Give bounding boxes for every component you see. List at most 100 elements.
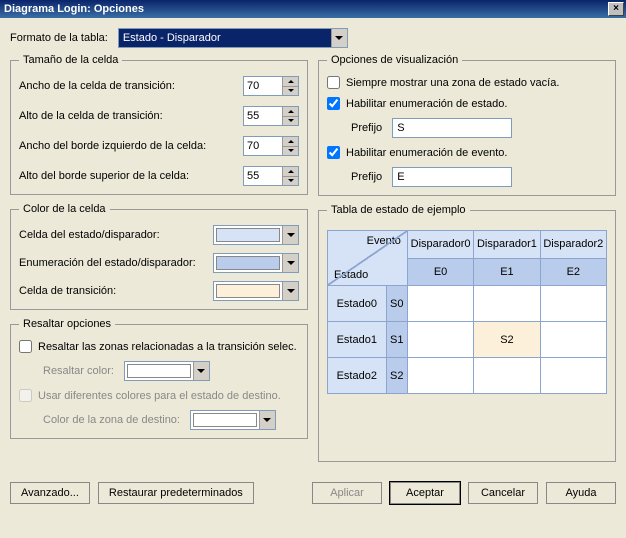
down-icon[interactable] [283,147,298,156]
event-prefix-label: Prefijo [351,171,382,183]
cell-color-legend: Color de la celda [19,203,110,215]
chevron-down-icon[interactable] [282,254,298,272]
cell-size-legend: Tamaño de la celda [19,54,122,66]
row-num: S2 [386,358,407,394]
dest-color-label: Color de la zona de destino: [43,414,180,426]
dest-color-picker [190,410,276,430]
cell-color-group: Color de la celda Celda del estado/dispa… [10,203,308,310]
table-format-label: Formato de la tabla: [10,32,108,44]
ok-button[interactable]: Aceptar [390,482,460,504]
table-format-value: Estado - Disparador [119,29,331,47]
cell [540,322,606,358]
left-border-stepper[interactable] [243,136,299,156]
top-border-input[interactable] [244,167,282,185]
up-icon[interactable] [283,107,298,117]
enable-event-enum-checkbox[interactable]: Habilitar enumeración de evento. [327,146,507,159]
event-prefix-input[interactable] [392,167,512,187]
col-header: Disparador0 [407,231,473,259]
apply-button[interactable]: Aplicar [312,482,382,504]
row-num: S0 [386,286,407,322]
cell [474,358,540,394]
color-state-trigger-label: Celda del estado/disparador: [19,229,213,241]
table-format-select[interactable]: Estado - Disparador [118,28,348,48]
enable-event-enum-label: Habilitar enumeración de evento. [346,147,507,159]
advanced-button[interactable]: Avanzado... [10,482,90,504]
cancel-button[interactable]: Cancelar [468,482,538,504]
top-border-label: Alto del borde superior de la celda: [19,170,243,182]
highlight-color-picker [124,361,210,381]
color-transition-picker[interactable] [213,281,299,301]
row-header: Estado1 [328,322,387,358]
view-options-legend: Opciones de visualización [327,54,462,66]
cell [407,322,473,358]
restore-defaults-button[interactable]: Restaurar predeterminados [98,482,254,504]
row-num: S1 [386,322,407,358]
col-num: E1 [474,258,540,286]
highlight-color-label: Resaltar color: [43,365,114,377]
diag-header: Evento Estado [328,231,408,286]
color-transition-label: Celda de transición: [19,285,213,297]
checkbox [19,389,32,402]
cell-size-group: Tamaño de la celda Ancho de la celda de … [10,54,308,195]
trans-height-label: Alto de la celda de transición: [19,110,243,122]
left-border-label: Ancho del borde izquierdo de la celda: [19,140,243,152]
left-border-input[interactable] [244,137,282,155]
cell [407,286,473,322]
chevron-down-icon[interactable] [282,226,298,244]
top-border-stepper[interactable] [243,166,299,186]
row-header: Estado0 [328,286,387,322]
checkbox[interactable] [327,76,340,89]
enable-state-enum-label: Habilitar enumeración de estado. [346,98,507,110]
down-icon[interactable] [283,117,298,126]
up-icon[interactable] [283,137,298,147]
up-icon[interactable] [283,77,298,87]
highlight-group: Resaltar opciones Resaltar las zonas rel… [10,318,308,439]
swatch [127,364,191,378]
always-empty-checkbox[interactable]: Siempre mostrar una zona de estado vacía… [327,76,559,89]
trans-height-input[interactable] [244,107,282,125]
chevron-down-icon[interactable] [282,282,298,300]
cell [540,286,606,322]
trans-width-input[interactable] [244,77,282,95]
trans-width-label: Ancho de la celda de transición: [19,80,243,92]
highlighted-cell: S2 [474,322,540,358]
highlight-related-checkbox[interactable]: Resaltar las zonas relacionadas a la tra… [19,340,297,353]
row-header: Estado2 [328,358,387,394]
chevron-down-icon[interactable] [331,29,347,47]
color-enum-picker[interactable] [213,253,299,273]
sample-table-legend: Tabla de estado de ejemplo [327,204,470,216]
swatch [216,228,280,242]
chevron-down-icon [193,362,209,380]
state-prefix-input[interactable] [392,118,512,138]
color-state-trigger-picker[interactable] [213,225,299,245]
down-icon[interactable] [283,87,298,96]
swatch [216,256,280,270]
highlight-legend: Resaltar opciones [19,318,115,330]
highlight-related-label: Resaltar las zonas relacionadas a la tra… [38,341,297,353]
col-num: E2 [540,258,606,286]
checkbox[interactable] [327,97,340,110]
col-num: E0 [407,258,473,286]
help-button[interactable]: Ayuda [546,482,616,504]
close-icon[interactable]: × [608,2,624,16]
up-icon[interactable] [283,167,298,177]
always-empty-label: Siempre mostrar una zona de estado vacía… [346,77,559,89]
down-icon[interactable] [283,177,298,186]
cell [540,358,606,394]
diff-colors-label: Usar diferentes colores para el estado d… [38,390,281,402]
chevron-down-icon [259,411,275,429]
state-axis-label: Estado [334,269,368,281]
sample-table-group: Tabla de estado de ejemplo Evento Estado… [318,204,616,462]
col-header: Disparador2 [540,231,606,259]
view-options-group: Opciones de visualización Siempre mostra… [318,54,616,196]
state-prefix-label: Prefijo [351,122,382,134]
checkbox[interactable] [19,340,32,353]
trans-height-stepper[interactable] [243,106,299,126]
col-header: Disparador1 [474,231,540,259]
cell [407,358,473,394]
sample-table: Evento Estado Disparador0 Disparador1 Di… [327,230,607,394]
checkbox[interactable] [327,146,340,159]
enable-state-enum-checkbox[interactable]: Habilitar enumeración de estado. [327,97,507,110]
trans-width-stepper[interactable] [243,76,299,96]
title-bar: Diagrama Login: Opciones × [0,0,626,18]
